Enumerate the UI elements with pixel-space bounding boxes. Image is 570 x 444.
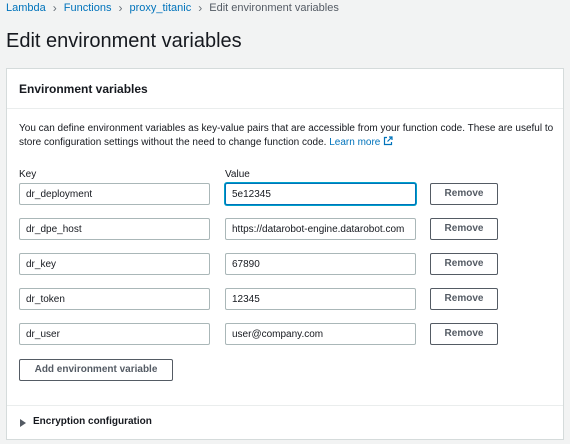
- value-input[interactable]: [225, 288, 416, 310]
- env-var-row: Remove: [7, 288, 563, 310]
- value-input[interactable]: [225, 323, 416, 345]
- env-var-row: Remove: [7, 323, 563, 345]
- description-text: You can define environment variables as …: [19, 123, 554, 148]
- panel-title: Environment variables: [19, 82, 148, 96]
- chevron-right-icon: ›: [118, 1, 123, 15]
- remove-button[interactable]: Remove: [430, 253, 498, 275]
- key-input[interactable]: [19, 218, 210, 240]
- breadcrumb-current: Edit environment variables: [209, 2, 339, 14]
- remove-button[interactable]: Remove: [430, 323, 498, 345]
- breadcrumb-lambda[interactable]: Lambda: [6, 2, 46, 14]
- panel-description: You can define environment variables as …: [19, 122, 559, 150]
- breadcrumb-functions[interactable]: Functions: [64, 2, 112, 14]
- encryption-configuration-label: Encryption configuration: [33, 416, 152, 427]
- encryption-configuration-toggle[interactable]: Encryption configuration: [7, 405, 563, 439]
- key-input[interactable]: [19, 288, 210, 310]
- learn-more-label: Learn more: [329, 137, 381, 148]
- value-input[interactable]: [225, 218, 416, 240]
- external-link-icon: [384, 136, 393, 146]
- add-environment-variable-button[interactable]: Add environment variable: [19, 359, 173, 381]
- key-column-label: Key: [19, 169, 37, 180]
- caret-right-icon: [20, 419, 26, 427]
- env-var-row: Remove: [7, 218, 563, 240]
- breadcrumb: Lambda › Functions › proxy_titanic › Edi…: [6, 0, 339, 16]
- value-input[interactable]: [225, 183, 416, 205]
- breadcrumb-proxy-titanic[interactable]: proxy_titanic: [129, 2, 191, 14]
- learn-more-link[interactable]: Learn more: [329, 136, 393, 148]
- remove-button[interactable]: Remove: [430, 288, 498, 310]
- key-input[interactable]: [19, 253, 210, 275]
- remove-button[interactable]: Remove: [430, 218, 498, 240]
- panel-header: Environment variables: [7, 69, 563, 109]
- page-title: Edit environment variables: [6, 30, 242, 52]
- key-input[interactable]: [19, 323, 210, 345]
- chevron-right-icon: ›: [198, 1, 203, 15]
- remove-button[interactable]: Remove: [430, 183, 498, 205]
- value-column-label: Value: [225, 169, 250, 180]
- chevron-right-icon: ›: [52, 1, 57, 15]
- env-var-row: Remove: [7, 253, 563, 275]
- env-var-row: Remove: [7, 183, 563, 205]
- environment-variables-panel: Environment variables You can define env…: [6, 68, 564, 440]
- key-input[interactable]: [19, 183, 210, 205]
- value-input[interactable]: [225, 253, 416, 275]
